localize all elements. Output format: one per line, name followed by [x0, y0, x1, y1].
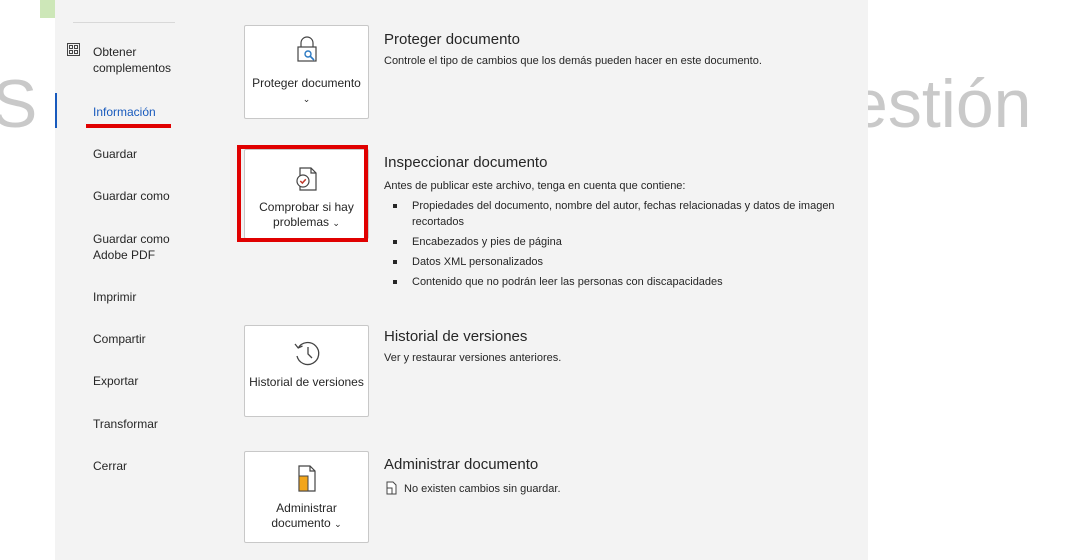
- nav-item-imprimir[interactable]: Imprimir: [93, 289, 136, 305]
- list-item: Datos XML personalizados: [393, 254, 853, 270]
- protect-document-label-text: Proteger documento: [252, 76, 361, 90]
- nav-item-guardar[interactable]: Guardar: [93, 146, 137, 162]
- chevron-down-icon: ⌄: [332, 218, 340, 228]
- inspect-bullet-list: Propiedades del documento, nombre del au…: [393, 198, 853, 294]
- nav-active-indicator: [55, 93, 57, 128]
- watermark-word: estión: [850, 66, 1032, 142]
- protect-document-label: Proteger documento ⌄: [249, 76, 364, 107]
- nav-item-obtener-complementos[interactable]: Obtener complementos: [93, 44, 188, 76]
- chevron-down-icon: ⌄: [334, 519, 342, 529]
- version-history-label: Historial de versiones: [249, 375, 364, 389]
- nav-item-transformar[interactable]: Transformar: [93, 416, 158, 432]
- protect-document-button[interactable]: Proteger documento ⌄: [244, 25, 369, 119]
- inspect-section-description: Antes de publicar este archivo, tenga en…: [384, 180, 686, 192]
- nav-item-guardar-como-pdf[interactable]: Guardar como Adobe PDF: [93, 231, 183, 263]
- highlight-underline: [86, 124, 171, 128]
- lock-icon: [296, 36, 317, 62]
- manage-document-label-text: Administrar documento: [271, 501, 337, 530]
- manage-section-description: No existen cambios sin guardar.: [404, 483, 561, 495]
- check-issues-button[interactable]: Comprobar si hay problemas ⌄: [244, 149, 369, 239]
- document-status-icon: [386, 481, 397, 495]
- list-item: Contenido que no podrán leer las persona…: [393, 274, 853, 290]
- nav-item-guardar-como[interactable]: Guardar como: [93, 188, 170, 204]
- list-item: Encabezados y pies de página: [393, 234, 853, 250]
- nav-item-cerrar[interactable]: Cerrar: [93, 458, 127, 474]
- protect-section-title: Proteger documento: [384, 31, 520, 48]
- version-history-button[interactable]: Historial de versiones: [244, 325, 369, 417]
- protect-section-description: Controle el tipo de cambios que los demá…: [384, 55, 762, 67]
- addins-icon: [67, 43, 80, 56]
- history-section-description: Ver y restaurar versiones anteriores.: [384, 352, 562, 364]
- list-item: Propiedades del documento, nombre del au…: [393, 198, 853, 230]
- backstage-nav: [55, 0, 197, 560]
- watermark-letter: S: [0, 66, 38, 142]
- nav-item-exportar[interactable]: Exportar: [93, 373, 138, 389]
- document-check-icon: [295, 167, 317, 191]
- inspect-section-title: Inspeccionar documento: [384, 154, 548, 171]
- history-section-title: Historial de versiones: [384, 328, 528, 345]
- history-icon: [293, 341, 319, 366]
- chevron-down-icon: ⌄: [302, 94, 311, 104]
- nav-item-compartir[interactable]: Compartir: [93, 331, 146, 347]
- nav-item-informacion[interactable]: Información: [93, 104, 156, 120]
- manage-document-icon: [297, 465, 316, 492]
- manage-document-button[interactable]: Administrar documento ⌄: [244, 451, 369, 543]
- check-issues-label: Comprobar si hay problemas ⌄: [249, 200, 364, 231]
- manage-section-title: Administrar documento: [384, 456, 539, 473]
- manage-document-label: Administrar documento ⌄: [249, 501, 364, 532]
- nav-divider: [73, 22, 175, 23]
